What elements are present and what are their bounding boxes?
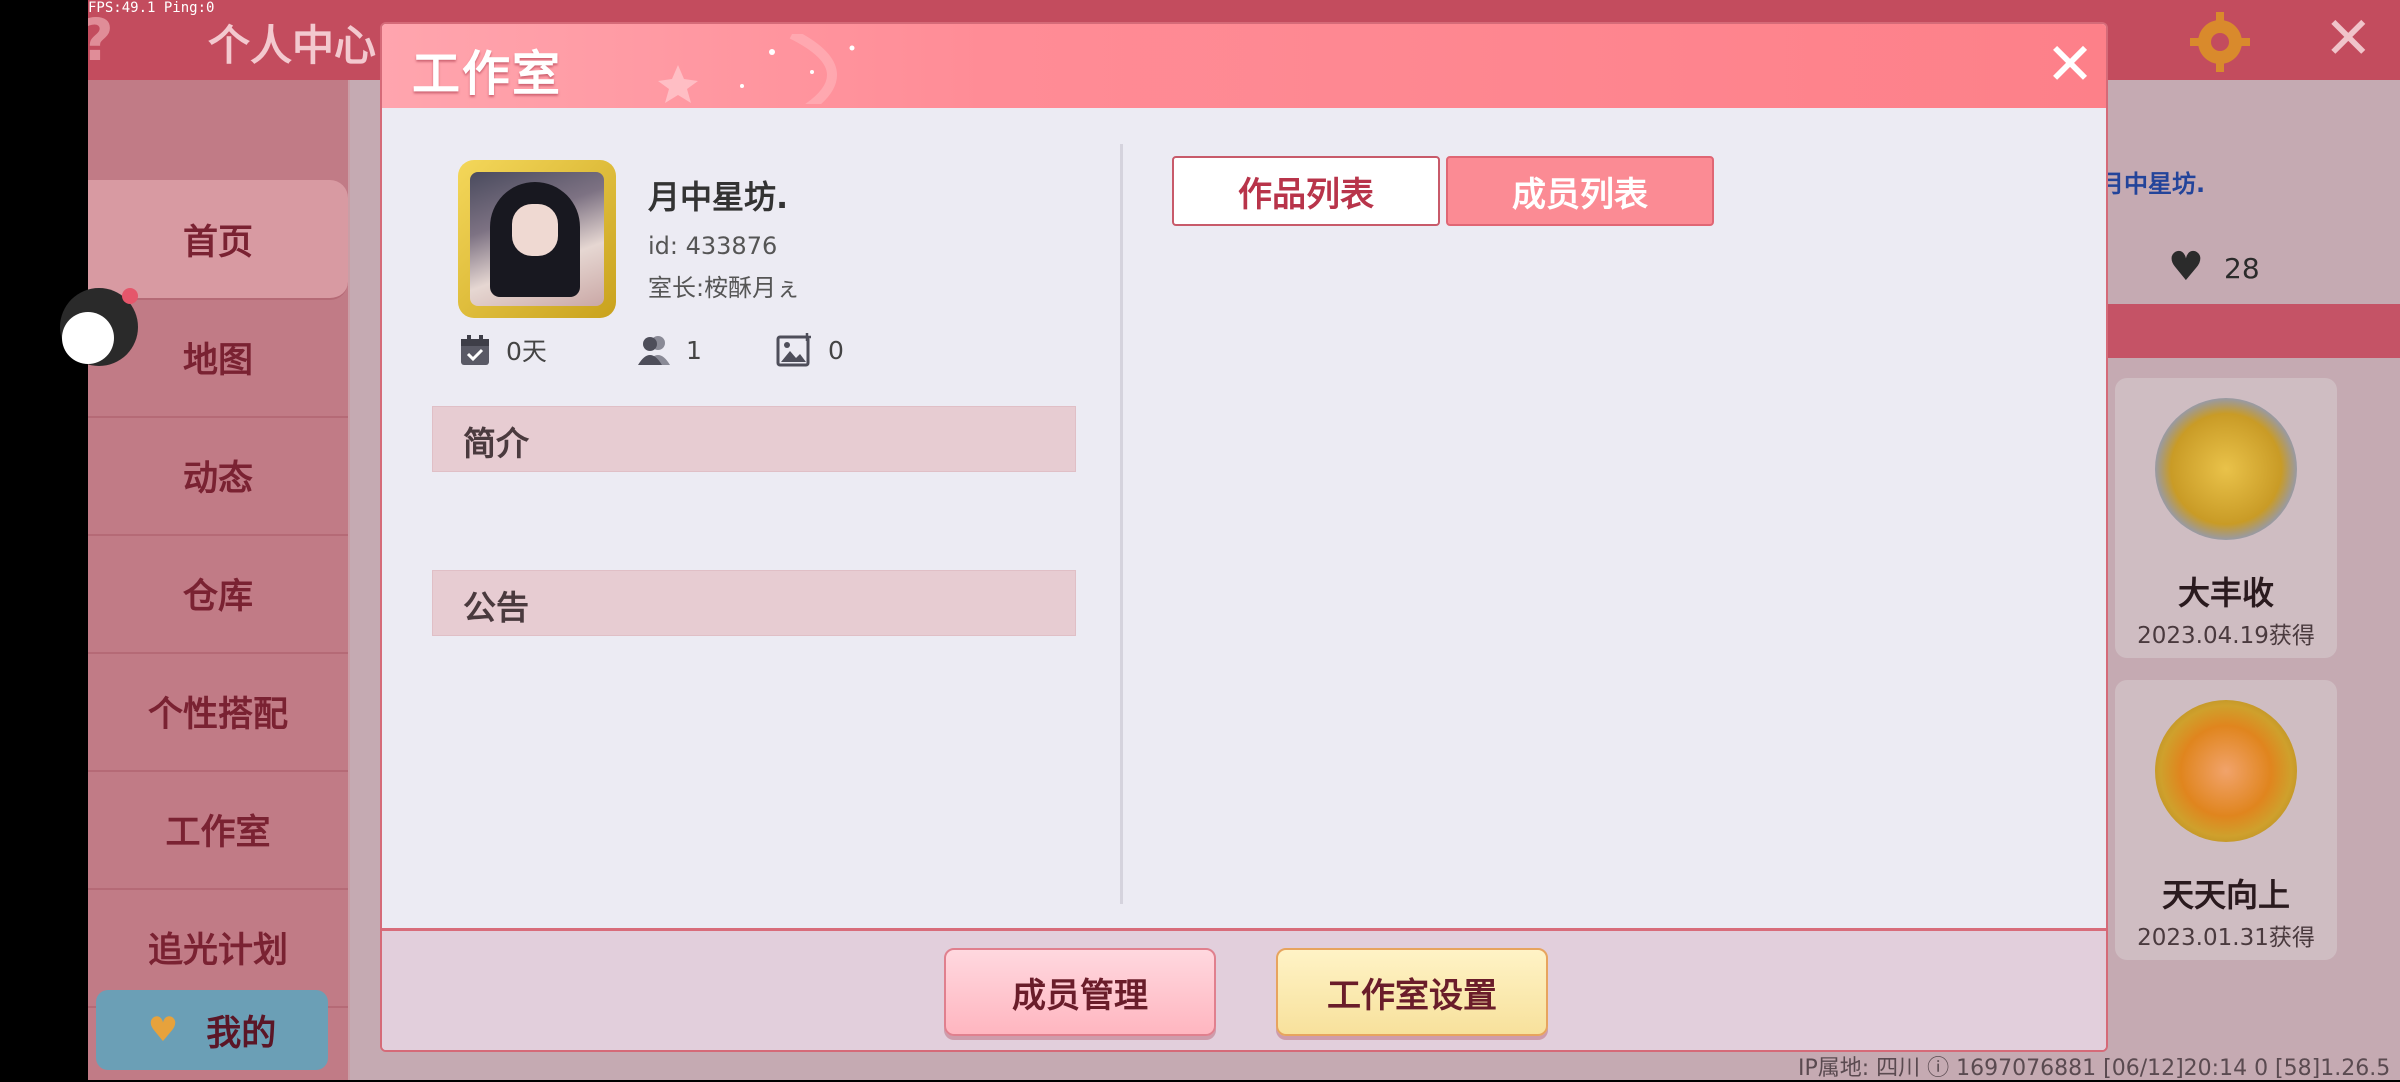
days-value: 0天 [506, 337, 547, 366]
tab-members-list[interactable]: 成员列表 [1446, 156, 1714, 226]
studio-name: 月中星坊. [648, 178, 789, 216]
medal-title: 大丰收 [2177, 574, 2274, 612]
medal-date: 2023.01.31获得 [2137, 925, 2315, 951]
mine-button[interactable]: ♥ 我的 [96, 990, 328, 1070]
studio-owner: 室长:桉酥月ぇ [648, 274, 801, 302]
stat-works: 0 [776, 332, 844, 368]
heart-icon: ♥ [147, 1010, 179, 1050]
gear-icon[interactable] [2188, 10, 2252, 74]
mine-label: 我的 [206, 1013, 277, 1054]
medal-title: 天天向上 [2161, 876, 2290, 914]
studio-id: id: 433876 [648, 232, 778, 260]
sidebar-item-studio[interactable]: 工作室 [88, 770, 348, 890]
stat-days: 0天 [458, 332, 547, 368]
intro-section-header: 简介 [432, 406, 1076, 472]
panel-divider [1120, 144, 1123, 904]
notification-dot [122, 288, 138, 304]
background-close-icon[interactable]: ✕ [2324, 4, 2373, 72]
floating-ball-center [62, 312, 114, 364]
members-value: 1 [686, 335, 702, 365]
medal-date: 2023.04.19获得 [2137, 623, 2315, 649]
background-title: 个人中心 [208, 21, 377, 70]
likes-count: 28 [2224, 252, 2260, 285]
avatar-image [470, 172, 604, 306]
medal-card[interactable]: 大丰收 2023.04.19获得 [2115, 378, 2337, 658]
dialog-footer [382, 928, 2106, 1050]
works-value: 0 [828, 335, 844, 365]
close-button[interactable]: ✕ [2042, 35, 2098, 94]
medal-card[interactable]: 天天向上 2023.01.31获得 [2115, 680, 2337, 960]
stat-members: 1 [636, 332, 702, 368]
members-icon [638, 336, 670, 365]
question-icon[interactable]: ? [88, 6, 114, 74]
likes-heart-icon: ♥ [2168, 244, 2204, 290]
studio-dialog: 工作室 ✕ 月中星坊. id: 433876 室长:桉酥月ぇ 0天 1 0 简介… [380, 22, 2108, 1052]
studio-avatar[interactable] [458, 160, 616, 318]
sidebar-item-warehouse[interactable]: 仓库 [88, 534, 348, 654]
background-sidebar: 首页 地图 动态 仓库 个性搭配 工作室 追光计划 [88, 80, 348, 1080]
sidebar-item-home[interactable]: 首页 [88, 180, 348, 300]
fps-counter: FPS:49.1 Ping:0 [88, 0, 215, 16]
notice-section-header: 公告 [432, 570, 1076, 636]
dialog-header: 工作室 ✕ [382, 24, 2106, 108]
status-line: IP属地: 四川 ⓘ 1697076881 [06/12]20:14 0 [58… [1798, 1056, 2391, 1081]
daily-progress-medal-icon [2155, 700, 2297, 842]
member-manage-button[interactable]: 成员管理 [944, 948, 1216, 1036]
gallery-icon [776, 333, 811, 367]
background-studio-name: 月中星坊. [2100, 170, 2206, 198]
notice-label: 公告 [463, 588, 529, 627]
calendar-icon [461, 335, 489, 365]
sidebar-item-outfit[interactable]: 个性搭配 [88, 652, 348, 772]
intro-label: 简介 [463, 424, 529, 463]
harvest-medal-icon [2155, 398, 2297, 540]
sidebar-item-feed[interactable]: 动态 [88, 416, 348, 536]
studio-settings-button[interactable]: 工作室设置 [1276, 948, 1548, 1036]
dialog-title: 工作室 [412, 46, 563, 102]
tab-works-list[interactable]: 作品列表 [1172, 156, 1440, 226]
sparkle-decoration-icon [658, 34, 855, 104]
